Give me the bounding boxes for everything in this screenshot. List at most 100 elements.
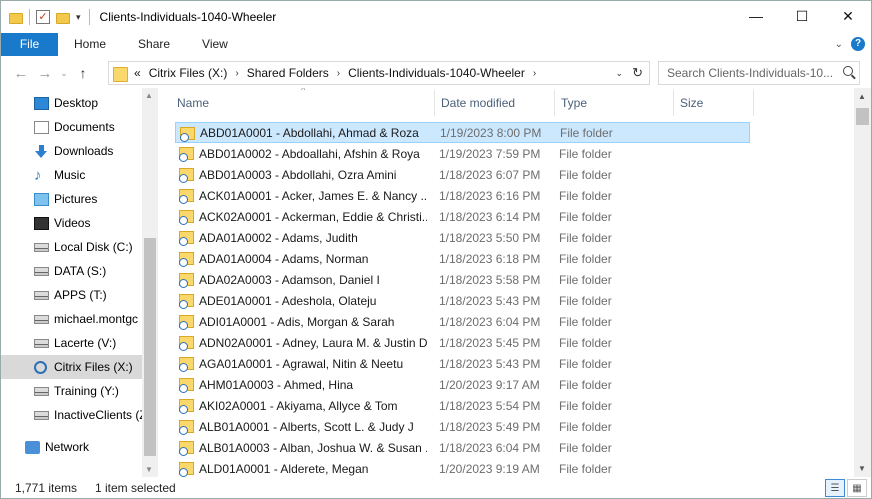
details-view-icon[interactable]: ☰ [825, 479, 845, 497]
date-modified: 1/18/2023 6:04 PM [439, 440, 541, 455]
table-row[interactable]: ADE01A0001 - Adeshola, Olateju 1/18/2023 … [175, 290, 750, 311]
nav-item-lacerte[interactable]: Lacerte (V:) [1, 331, 142, 355]
breadcrumb-citrix-files[interactable]: Citrix Files (X:) [149, 66, 228, 80]
scroll-down-icon[interactable]: ▼ [858, 464, 866, 473]
nav-item-data[interactable]: DATA (S:) [1, 259, 142, 283]
date-modified: 1/18/2023 5:50 PM [439, 230, 541, 245]
tab-share[interactable]: Share [122, 33, 186, 56]
file-name: AGA01A0001 - Agrawal, Nitin & Neetu [199, 356, 404, 371]
table-row[interactable]: ADN02A0001 - Adney, Laura M. & Justin D 1… [175, 332, 750, 353]
table-row[interactable]: ADA01A0002 - Adams, Judith 1/18/2023 5:50… [175, 227, 750, 248]
table-row[interactable]: ADI01A0001 - Adis, Morgan & Sarah 1/18/20… [175, 311, 750, 332]
date-modified: 1/18/2023 5:45 PM [439, 335, 541, 350]
tab-file[interactable]: File [1, 33, 58, 56]
desktop-icon [34, 96, 49, 110]
back-arrow-icon[interactable]: ← [9, 65, 33, 82]
table-row[interactable]: ADA02A0003 - Adamson, Daniel I 1/18/2023 … [175, 269, 750, 290]
close-button[interactable]: ✕ [825, 1, 871, 31]
table-row[interactable]: ACK02A0001 - Ackerman, Eddie & Christi..… [175, 206, 750, 227]
nav-item-citrix-files[interactable]: Citrix Files (X:) [1, 355, 142, 379]
table-row[interactable]: ABD01A0003 - Abdollahi, Ozra Amini 1/18/2… [175, 164, 750, 185]
folder-icon [9, 12, 23, 24]
column-header-size[interactable]: Size [674, 90, 754, 116]
ribbon-tabs: File Home Share View ⌄ ? [1, 33, 871, 56]
table-row[interactable]: AGA01A0001 - Agrawal, Nitin & Neetu 1/18/… [175, 353, 750, 374]
synced-folder-icon [179, 189, 194, 204]
tab-view[interactable]: View [186, 33, 244, 56]
table-row[interactable]: ALB01A0001 - Alberts, Scott L. & Judy J 1… [175, 416, 750, 437]
scroll-down-icon[interactable]: ▼ [145, 465, 153, 474]
customize-toolbar-dropdown-icon[interactable]: ▾ [76, 12, 81, 23]
file-type: File folder [559, 230, 612, 245]
date-modified: 1/18/2023 6:04 PM [439, 314, 541, 329]
breadcrumb-overflow[interactable]: « [134, 66, 141, 80]
file-name: ABD01A0003 - Abdollahi, Ozra Amini [199, 167, 397, 182]
nav-item-inactive-clients[interactable]: InactiveClients (Z [1, 403, 142, 427]
nav-item-documents[interactable]: Documents [1, 115, 142, 139]
documents-icon [34, 120, 49, 134]
nav-item-label: Training (Y:) [54, 384, 119, 398]
properties-icon[interactable]: ✓ [36, 10, 50, 24]
file-type: File folder [559, 419, 612, 434]
network-drive-icon [34, 291, 49, 300]
breadcrumb-chevron-icon[interactable]: › [533, 68, 536, 79]
scroll-up-icon[interactable]: ▲ [145, 91, 153, 100]
maximize-button[interactable]: ☐ [779, 1, 825, 31]
synced-folder-icon [179, 420, 194, 435]
scroll-up-icon[interactable]: ▲ [858, 92, 866, 101]
breadcrumb-chevron-icon[interactable]: › [337, 68, 340, 79]
network-drive-icon [34, 411, 49, 420]
breadcrumb-shared-folders[interactable]: Shared Folders [247, 66, 329, 80]
date-modified: 1/18/2023 5:43 PM [439, 356, 541, 371]
recent-locations-dropdown-icon[interactable]: ⌄ [57, 68, 71, 79]
large-icons-view-icon[interactable]: ▦ [847, 479, 867, 497]
nav-item-apps[interactable]: APPS (T:) [1, 283, 142, 307]
synced-folder-icon [179, 315, 194, 330]
column-header-type[interactable]: Type [555, 90, 674, 116]
nav-item-desktop[interactable]: Desktop [1, 91, 142, 115]
address-dropdown-icon[interactable]: ⌄ [615, 68, 623, 79]
table-row[interactable]: AHM01A0003 - Ahmed, Hina 1/20/2023 9:17 A… [175, 374, 750, 395]
table-row[interactable]: ABD01A0002 - Abdoallahi, Afshin & Roya 1/… [175, 143, 750, 164]
tab-home[interactable]: Home [58, 33, 122, 56]
file-name: ABD01A0001 - Abdollahi, Ahmad & Roza [200, 125, 419, 140]
nav-item-downloads[interactable]: Downloads [1, 139, 142, 163]
nav-item-local-disk[interactable]: Local Disk (C:) [1, 235, 142, 259]
nav-item-michael-montg[interactable]: michael.montgc [1, 307, 142, 331]
nav-item-training[interactable]: Training (Y:) [1, 379, 142, 403]
address-bar[interactable]: « Citrix Files (X:) › Shared Folders › C… [108, 61, 650, 85]
breadcrumb-chevron-icon[interactable]: › [235, 68, 238, 79]
file-name: ALD01A0001 - Alderete, Megan [199, 461, 369, 476]
date-modified: 1/20/2023 9:19 AM [439, 461, 540, 476]
table-row[interactable]: ACK01A0001 - Acker, James E. & Nancy ...… [175, 185, 750, 206]
refresh-icon[interactable]: ↻ [632, 65, 643, 81]
table-row[interactable]: ADA01A0004 - Adams, Norman 1/18/2023 6:18… [175, 248, 750, 269]
breadcrumb-current-folder[interactable]: Clients-Individuals-1040-Wheeler [348, 66, 525, 80]
scrollbar-thumb[interactable] [144, 238, 156, 456]
help-icon[interactable]: ? [851, 37, 865, 51]
up-arrow-icon[interactable]: ↑ [71, 65, 95, 81]
nav-item-videos[interactable]: Videos [1, 211, 142, 235]
navigation-pane-scrollbar[interactable]: ▲ ▼ [142, 88, 158, 477]
table-row[interactable]: ALB01A0003 - Alban, Joshua W. & Susan ..… [175, 437, 750, 458]
scrollbar-thumb[interactable] [856, 108, 869, 125]
forward-arrow-icon[interactable]: → [33, 65, 57, 82]
column-header-name[interactable]: Name ^ [171, 88, 435, 116]
file-type: File folder [559, 461, 612, 476]
search-input[interactable]: Search Clients-Individuals-10... [658, 61, 860, 85]
nav-item-network[interactable]: Network [1, 435, 142, 459]
nav-item-pictures[interactable]: Pictures [1, 187, 142, 211]
new-folder-icon[interactable] [56, 12, 70, 24]
column-header-date[interactable]: Date modified [435, 90, 555, 116]
file-list-scrollbar[interactable]: ▲ ▼ [854, 88, 871, 477]
table-row[interactable]: AKI02A0001 - Akiyama, Allyce & Tom 1/18/2… [175, 395, 750, 416]
table-row[interactable]: ALD01A0001 - Alderete, Megan 1/20/2023 9:… [175, 458, 750, 477]
synced-folder-icon [179, 294, 194, 309]
nav-item-music[interactable]: ♪ Music [1, 163, 142, 187]
file-type: File folder [559, 314, 612, 329]
table-row[interactable]: ABD01A0001 - Abdollahi, Ahmad & Roza 1/19… [175, 122, 750, 143]
status-bar: 1,771 items 1 item selected ☰ ▦ [1, 478, 871, 498]
date-modified: 1/18/2023 5:43 PM [439, 293, 541, 308]
minimize-button[interactable]: — [733, 1, 779, 31]
expand-ribbon-chevron-icon[interactable]: ⌄ [835, 39, 843, 50]
